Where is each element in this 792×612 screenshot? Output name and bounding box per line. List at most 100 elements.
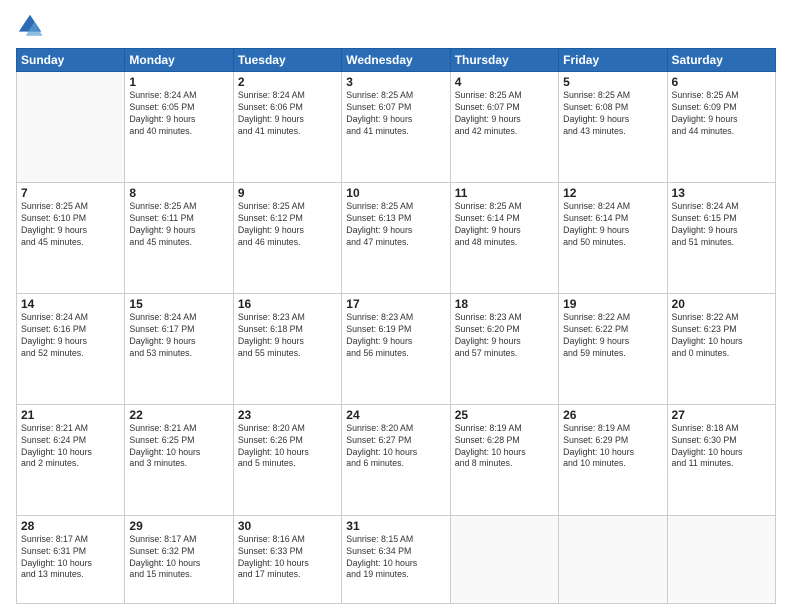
calendar-cell: 2Sunrise: 8:24 AM Sunset: 6:06 PM Daylig… (233, 72, 341, 183)
day-info: Sunrise: 8:24 AM Sunset: 6:17 PM Dayligh… (129, 312, 228, 360)
logo (16, 12, 48, 40)
day-info: Sunrise: 8:24 AM Sunset: 6:15 PM Dayligh… (672, 201, 771, 249)
calendar-cell: 26Sunrise: 8:19 AM Sunset: 6:29 PM Dayli… (559, 404, 667, 515)
weekday-header-monday: Monday (125, 49, 233, 72)
day-number: 24 (346, 408, 445, 422)
calendar-cell: 18Sunrise: 8:23 AM Sunset: 6:20 PM Dayli… (450, 293, 558, 404)
week-row-1: 1Sunrise: 8:24 AM Sunset: 6:05 PM Daylig… (17, 72, 776, 183)
day-info: Sunrise: 8:25 AM Sunset: 6:14 PM Dayligh… (455, 201, 554, 249)
calendar-cell: 16Sunrise: 8:23 AM Sunset: 6:18 PM Dayli… (233, 293, 341, 404)
day-info: Sunrise: 8:25 AM Sunset: 6:07 PM Dayligh… (455, 90, 554, 138)
week-row-5: 28Sunrise: 8:17 AM Sunset: 6:31 PM Dayli… (17, 515, 776, 603)
calendar-cell: 21Sunrise: 8:21 AM Sunset: 6:24 PM Dayli… (17, 404, 125, 515)
day-number: 20 (672, 297, 771, 311)
day-info: Sunrise: 8:25 AM Sunset: 6:09 PM Dayligh… (672, 90, 771, 138)
calendar-cell: 17Sunrise: 8:23 AM Sunset: 6:19 PM Dayli… (342, 293, 450, 404)
weekday-header-thursday: Thursday (450, 49, 558, 72)
day-number: 26 (563, 408, 662, 422)
day-number: 31 (346, 519, 445, 533)
day-info: Sunrise: 8:25 AM Sunset: 6:08 PM Dayligh… (563, 90, 662, 138)
day-info: Sunrise: 8:24 AM Sunset: 6:16 PM Dayligh… (21, 312, 120, 360)
day-info: Sunrise: 8:21 AM Sunset: 6:24 PM Dayligh… (21, 423, 120, 471)
calendar-table: SundayMondayTuesdayWednesdayThursdayFrid… (16, 48, 776, 604)
calendar-cell: 4Sunrise: 8:25 AM Sunset: 6:07 PM Daylig… (450, 72, 558, 183)
weekday-header-wednesday: Wednesday (342, 49, 450, 72)
week-row-2: 7Sunrise: 8:25 AM Sunset: 6:10 PM Daylig… (17, 182, 776, 293)
day-info: Sunrise: 8:19 AM Sunset: 6:29 PM Dayligh… (563, 423, 662, 471)
day-info: Sunrise: 8:25 AM Sunset: 6:13 PM Dayligh… (346, 201, 445, 249)
calendar-cell (667, 515, 775, 603)
calendar-cell (559, 515, 667, 603)
day-number: 30 (238, 519, 337, 533)
week-row-4: 21Sunrise: 8:21 AM Sunset: 6:24 PM Dayli… (17, 404, 776, 515)
calendar-cell: 24Sunrise: 8:20 AM Sunset: 6:27 PM Dayli… (342, 404, 450, 515)
calendar-cell: 10Sunrise: 8:25 AM Sunset: 6:13 PM Dayli… (342, 182, 450, 293)
day-number: 5 (563, 75, 662, 89)
calendar-cell: 13Sunrise: 8:24 AM Sunset: 6:15 PM Dayli… (667, 182, 775, 293)
calendar-cell: 12Sunrise: 8:24 AM Sunset: 6:14 PM Dayli… (559, 182, 667, 293)
day-number: 21 (21, 408, 120, 422)
day-number: 19 (563, 297, 662, 311)
day-info: Sunrise: 8:25 AM Sunset: 6:11 PM Dayligh… (129, 201, 228, 249)
calendar-cell: 7Sunrise: 8:25 AM Sunset: 6:10 PM Daylig… (17, 182, 125, 293)
day-info: Sunrise: 8:20 AM Sunset: 6:26 PM Dayligh… (238, 423, 337, 471)
day-number: 1 (129, 75, 228, 89)
calendar-cell: 15Sunrise: 8:24 AM Sunset: 6:17 PM Dayli… (125, 293, 233, 404)
page: SundayMondayTuesdayWednesdayThursdayFrid… (0, 0, 792, 612)
calendar-cell: 6Sunrise: 8:25 AM Sunset: 6:09 PM Daylig… (667, 72, 775, 183)
calendar-cell (450, 515, 558, 603)
calendar-cell: 19Sunrise: 8:22 AM Sunset: 6:22 PM Dayli… (559, 293, 667, 404)
day-info: Sunrise: 8:17 AM Sunset: 6:31 PM Dayligh… (21, 534, 120, 582)
day-number: 28 (21, 519, 120, 533)
day-number: 22 (129, 408, 228, 422)
calendar-cell: 8Sunrise: 8:25 AM Sunset: 6:11 PM Daylig… (125, 182, 233, 293)
day-info: Sunrise: 8:23 AM Sunset: 6:20 PM Dayligh… (455, 312, 554, 360)
day-number: 8 (129, 186, 228, 200)
day-number: 16 (238, 297, 337, 311)
calendar-cell (17, 72, 125, 183)
day-info: Sunrise: 8:20 AM Sunset: 6:27 PM Dayligh… (346, 423, 445, 471)
weekday-header-row: SundayMondayTuesdayWednesdayThursdayFrid… (17, 49, 776, 72)
weekday-header-friday: Friday (559, 49, 667, 72)
weekday-header-tuesday: Tuesday (233, 49, 341, 72)
calendar-cell: 20Sunrise: 8:22 AM Sunset: 6:23 PM Dayli… (667, 293, 775, 404)
calendar-cell: 14Sunrise: 8:24 AM Sunset: 6:16 PM Dayli… (17, 293, 125, 404)
day-number: 13 (672, 186, 771, 200)
day-info: Sunrise: 8:19 AM Sunset: 6:28 PM Dayligh… (455, 423, 554, 471)
day-info: Sunrise: 8:22 AM Sunset: 6:23 PM Dayligh… (672, 312, 771, 360)
day-number: 10 (346, 186, 445, 200)
day-number: 29 (129, 519, 228, 533)
day-info: Sunrise: 8:21 AM Sunset: 6:25 PM Dayligh… (129, 423, 228, 471)
day-info: Sunrise: 8:16 AM Sunset: 6:33 PM Dayligh… (238, 534, 337, 582)
calendar-cell: 27Sunrise: 8:18 AM Sunset: 6:30 PM Dayli… (667, 404, 775, 515)
day-info: Sunrise: 8:25 AM Sunset: 6:10 PM Dayligh… (21, 201, 120, 249)
calendar-cell: 29Sunrise: 8:17 AM Sunset: 6:32 PM Dayli… (125, 515, 233, 603)
day-info: Sunrise: 8:24 AM Sunset: 6:14 PM Dayligh… (563, 201, 662, 249)
calendar-cell: 22Sunrise: 8:21 AM Sunset: 6:25 PM Dayli… (125, 404, 233, 515)
calendar-cell: 30Sunrise: 8:16 AM Sunset: 6:33 PM Dayli… (233, 515, 341, 603)
day-info: Sunrise: 8:24 AM Sunset: 6:06 PM Dayligh… (238, 90, 337, 138)
day-info: Sunrise: 8:15 AM Sunset: 6:34 PM Dayligh… (346, 534, 445, 582)
day-info: Sunrise: 8:25 AM Sunset: 6:07 PM Dayligh… (346, 90, 445, 138)
logo-icon (16, 12, 44, 40)
day-number: 18 (455, 297, 554, 311)
day-number: 3 (346, 75, 445, 89)
weekday-header-saturday: Saturday (667, 49, 775, 72)
calendar-cell: 31Sunrise: 8:15 AM Sunset: 6:34 PM Dayli… (342, 515, 450, 603)
calendar-cell: 23Sunrise: 8:20 AM Sunset: 6:26 PM Dayli… (233, 404, 341, 515)
day-info: Sunrise: 8:23 AM Sunset: 6:19 PM Dayligh… (346, 312, 445, 360)
day-info: Sunrise: 8:24 AM Sunset: 6:05 PM Dayligh… (129, 90, 228, 138)
day-number: 4 (455, 75, 554, 89)
day-number: 17 (346, 297, 445, 311)
day-number: 7 (21, 186, 120, 200)
day-info: Sunrise: 8:17 AM Sunset: 6:32 PM Dayligh… (129, 534, 228, 582)
header (16, 12, 776, 40)
calendar-cell: 3Sunrise: 8:25 AM Sunset: 6:07 PM Daylig… (342, 72, 450, 183)
day-number: 15 (129, 297, 228, 311)
day-info: Sunrise: 8:23 AM Sunset: 6:18 PM Dayligh… (238, 312, 337, 360)
day-number: 25 (455, 408, 554, 422)
day-number: 12 (563, 186, 662, 200)
calendar-cell: 25Sunrise: 8:19 AM Sunset: 6:28 PM Dayli… (450, 404, 558, 515)
calendar-cell: 9Sunrise: 8:25 AM Sunset: 6:12 PM Daylig… (233, 182, 341, 293)
day-number: 14 (21, 297, 120, 311)
